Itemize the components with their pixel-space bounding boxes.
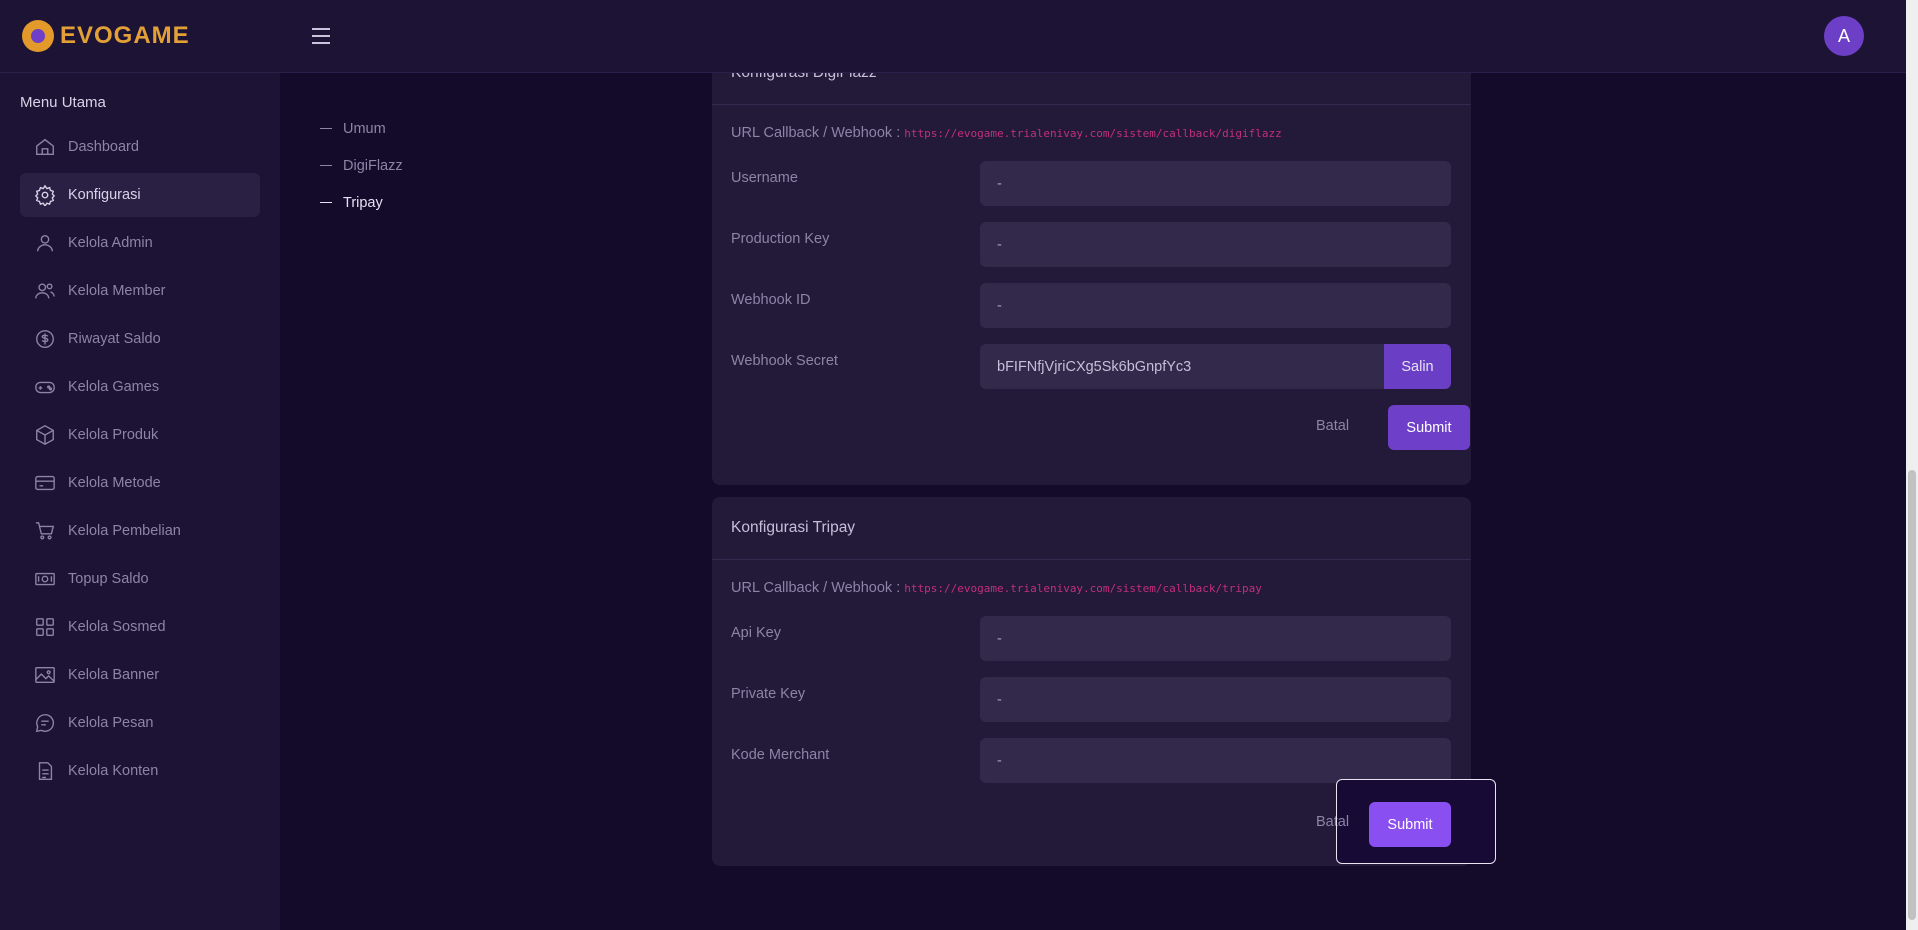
cancel-button[interactable]: Batal xyxy=(1316,814,1349,830)
sidebar-item-kelola-konten[interactable]: Kelola Konten xyxy=(20,749,260,793)
submit-button[interactable]: Submit xyxy=(1388,405,1470,450)
sidebar-item-label: Kelola Konten xyxy=(68,763,159,779)
callback-row: URL Callback / Webhook : https://evogame… xyxy=(731,560,1452,616)
sidebar-item-label: Kelola Member xyxy=(68,283,166,299)
sidebar-item-label: Konfigurasi xyxy=(68,187,141,203)
sidebar-item-kelola-member[interactable]: Kelola Member xyxy=(20,269,260,313)
sidebar-item-kelola-produk[interactable]: Kelola Produk xyxy=(20,413,260,457)
sidebar-item-topup-saldo[interactable]: Topup Saldo xyxy=(20,557,260,601)
sidebar-item-label: Topup Saldo xyxy=(68,571,149,587)
sidebar-menu: Dashboard Konfigurasi Kelola Admin Kelol… xyxy=(20,125,260,797)
sidebar-item-label: Kelola Sosmed xyxy=(68,619,166,635)
sidebar-item-kelola-games[interactable]: Kelola Games xyxy=(20,365,260,409)
gamepad-icon xyxy=(35,381,55,394)
section-nav-tripay[interactable]: Tripay xyxy=(320,184,403,221)
home-icon xyxy=(36,138,54,156)
image-icon xyxy=(35,666,55,684)
callback-url[interactable]: https://evogame.trialenivay.com/sistem/c… xyxy=(904,127,1282,140)
scrollbar[interactable] xyxy=(1906,0,1918,930)
sidebar-item-kelola-banner[interactable]: Kelola Banner xyxy=(20,653,260,697)
chat-icon xyxy=(35,714,55,733)
sidebar-item-kelola-admin[interactable]: Kelola Admin xyxy=(20,221,260,265)
brand[interactable]: EVOGAME xyxy=(22,20,312,52)
field-label: Production Key xyxy=(731,231,830,247)
users-icon xyxy=(35,283,55,299)
callback-url[interactable]: https://evogame.trialenivay.com/sistem/c… xyxy=(904,582,1262,595)
menu-toggle-icon[interactable] xyxy=(312,28,332,44)
private-key-field[interactable] xyxy=(980,677,1451,722)
field-label: Private Key xyxy=(731,686,806,702)
section-nav-label: Tripay xyxy=(343,194,383,211)
sidebar-item-kelola-pembelian[interactable]: Kelola Pembelian xyxy=(20,509,260,553)
top-header-overlay: EVOGAME A xyxy=(0,0,1918,73)
user-icon xyxy=(36,234,54,252)
field-label: Kode Merchant xyxy=(731,747,830,763)
sidebar-item-kelola-sosmed[interactable]: Kelola Sosmed xyxy=(20,605,260,649)
sidebar-item-label: Kelola Games xyxy=(68,379,160,395)
sidebar-item-label: Riwayat Saldo xyxy=(68,331,161,347)
money-icon xyxy=(35,572,55,586)
sidebar-item-label: Kelola Produk xyxy=(68,427,159,443)
form-row-webhook-id: Webhook ID xyxy=(731,283,1452,344)
callback-label: URL Callback / Webhook : xyxy=(731,125,901,141)
dash-icon xyxy=(320,201,332,204)
sidebar: Menu Utama Dashboard Konfigurasi Kelola … xyxy=(0,73,280,930)
sidebar-item-konfigurasi[interactable]: Konfigurasi xyxy=(20,173,260,217)
brand-logo-icon xyxy=(22,20,54,52)
gear-icon xyxy=(34,184,56,206)
copy-button[interactable]: Salin xyxy=(1384,344,1451,389)
avatar[interactable]: A xyxy=(1824,16,1864,56)
section-nav-label: DigiFlazz xyxy=(343,157,403,174)
api-key-field[interactable] xyxy=(980,616,1451,661)
kode-merchant-field[interactable] xyxy=(980,738,1451,783)
sidebar-item-kelola-pesan[interactable]: Kelola Pesan xyxy=(20,701,260,745)
sidebar-item-label: Kelola Admin xyxy=(68,235,153,251)
callback-row: URL Callback / Webhook : https://evogame… xyxy=(731,105,1452,161)
dash-icon xyxy=(320,127,332,130)
section-nav: Umum DigiFlazz Tripay xyxy=(320,110,403,221)
card-icon xyxy=(35,475,55,491)
sidebar-item-riwayat-saldo[interactable]: Riwayat Saldo xyxy=(20,317,260,361)
dash-icon xyxy=(320,164,332,167)
sidebar-item-label: Kelola Banner xyxy=(68,667,160,683)
dollar-circle-icon xyxy=(36,330,54,348)
webhook-secret-field[interactable] xyxy=(980,344,1384,389)
section-nav-umum[interactable]: Umum xyxy=(320,110,403,147)
card-title: Konfigurasi Tripay xyxy=(712,497,1471,560)
form-row-api-key: Api Key xyxy=(731,616,1452,677)
submit-button[interactable]: Submit xyxy=(1369,802,1451,847)
cart-icon xyxy=(35,522,55,540)
sidebar-item-label: Kelola Pesan xyxy=(68,715,154,731)
section-nav-label: Umum xyxy=(343,120,386,137)
production-key-field[interactable] xyxy=(980,222,1451,267)
file-icon xyxy=(38,762,53,780)
scrollbar-thumb[interactable] xyxy=(1908,470,1916,920)
sidebar-item-label: Kelola Metode xyxy=(68,475,161,491)
sidebar-item-label: Kelola Pembelian xyxy=(68,523,181,539)
form-row-production-key: Production Key xyxy=(731,222,1452,283)
section-nav-digiflazz[interactable]: DigiFlazz xyxy=(320,147,403,184)
box-icon xyxy=(36,425,54,445)
digiflazz-card: Konfigurasi DigiFlazz URL Callback / Web… xyxy=(712,42,1471,485)
form-row-private-key: Private Key xyxy=(731,677,1452,738)
sidebar-item-dashboard[interactable]: Dashboard xyxy=(20,125,260,169)
webhook-id-field[interactable] xyxy=(980,283,1451,328)
cancel-button[interactable]: Batal xyxy=(1316,418,1349,434)
field-label: Api Key xyxy=(731,625,781,641)
sidebar-item-label: Dashboard xyxy=(68,139,139,155)
sidebar-item-kelola-metode[interactable]: Kelola Metode xyxy=(20,461,260,505)
form-row-webhook-secret: Webhook Secret Salin xyxy=(731,344,1452,405)
username-field[interactable] xyxy=(980,161,1451,206)
callback-label: URL Callback / Webhook : xyxy=(731,580,901,596)
form-actions: Batal Submit xyxy=(731,405,1470,466)
form-row-username: Username xyxy=(731,161,1452,222)
brand-name: EVOGAME xyxy=(60,22,190,49)
field-label: Username xyxy=(731,170,798,186)
grid-icon xyxy=(36,618,54,636)
sidebar-title: Menu Utama xyxy=(20,94,106,111)
field-label: Webhook ID xyxy=(731,292,811,308)
field-label: Webhook Secret xyxy=(731,353,838,369)
